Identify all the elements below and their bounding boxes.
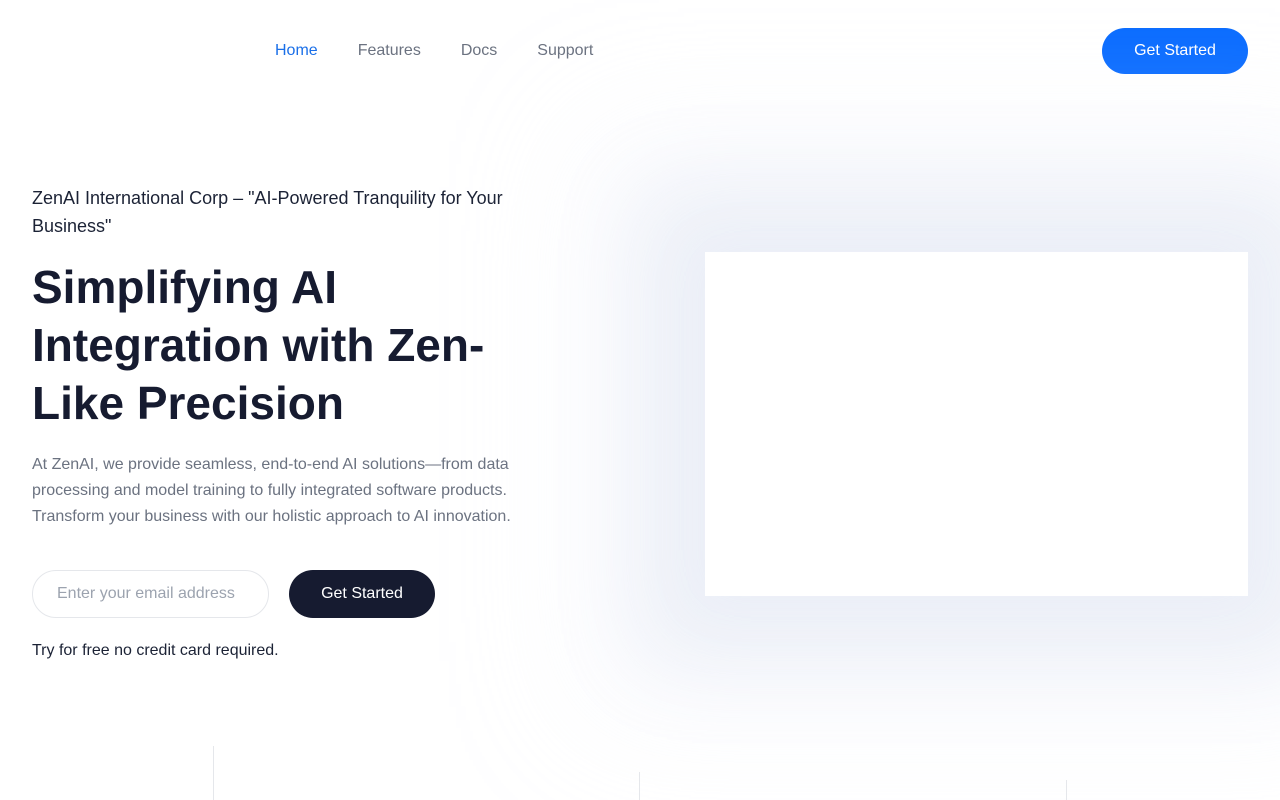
free-trial-note: Try for free no credit card required. bbox=[32, 642, 279, 659]
section-divider bbox=[639, 772, 640, 800]
hero-get-started-button[interactable]: Get Started bbox=[289, 570, 435, 618]
header-get-started-button[interactable]: Get Started bbox=[1102, 28, 1248, 74]
site-header: Home Features Docs Support Get Started bbox=[0, 0, 1280, 102]
section-divider bbox=[1066, 780, 1067, 800]
nav-home[interactable]: Home bbox=[275, 40, 318, 62]
hero-tagline: ZenAI International Corp – "AI-Powered T… bbox=[32, 188, 503, 236]
hero-headline: Simplifying AI Integration with Zen-Like… bbox=[32, 261, 485, 429]
hero-image-placeholder bbox=[705, 252, 1248, 596]
signup-form: Get Started bbox=[32, 570, 435, 618]
nav-features[interactable]: Features bbox=[358, 40, 421, 62]
email-input[interactable] bbox=[32, 570, 269, 618]
nav-docs[interactable]: Docs bbox=[461, 40, 497, 62]
main-nav: Home Features Docs Support bbox=[275, 40, 593, 62]
hero-description: At ZenAI, we provide seamless, end-to-en… bbox=[32, 456, 511, 525]
nav-support[interactable]: Support bbox=[537, 40, 593, 62]
section-divider bbox=[213, 746, 214, 800]
